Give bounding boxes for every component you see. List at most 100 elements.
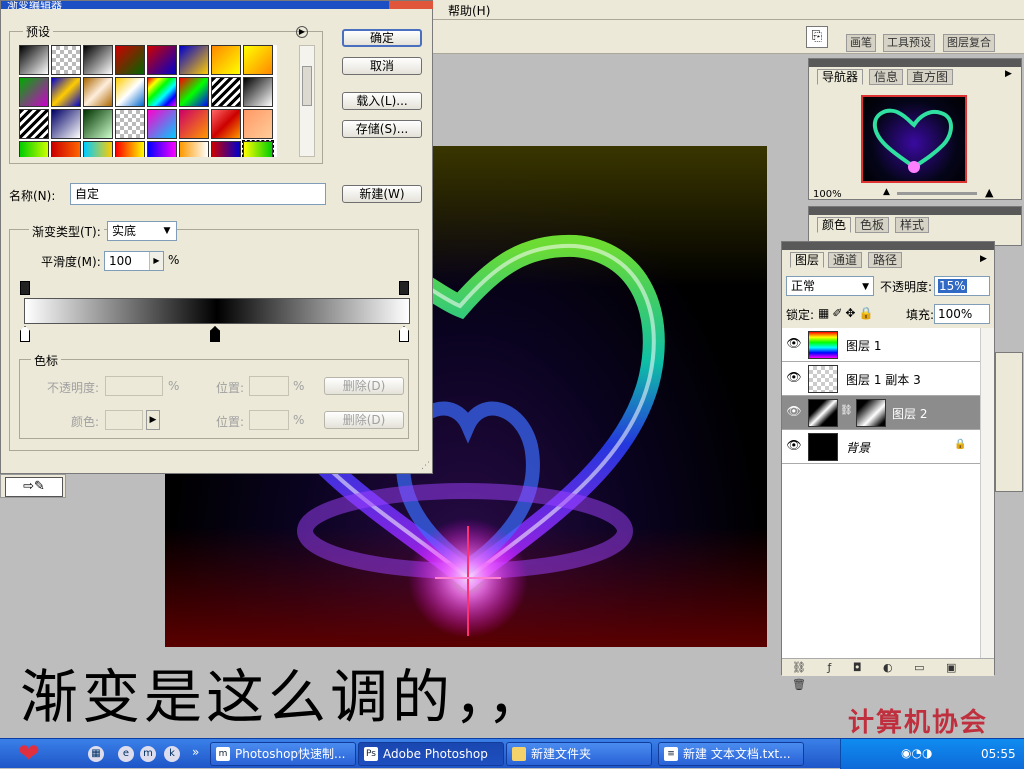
preset-swatch[interactable] xyxy=(243,77,273,107)
load-button[interactable]: 载入(L)... xyxy=(342,92,422,110)
navigator-zoom[interactable]: 100% xyxy=(813,189,842,200)
resize-grip-icon[interactable]: ⋰ xyxy=(421,461,433,473)
visibility-eye-icon[interactable]: 👁 xyxy=(786,370,802,386)
clock[interactable]: 05:55 xyxy=(981,747,1016,761)
tab-info[interactable]: 信息 xyxy=(869,69,904,85)
preset-swatch[interactable] xyxy=(51,109,81,139)
taskbar-item[interactable]: 新建文件夹 xyxy=(506,742,652,766)
preset-swatch[interactable] xyxy=(51,45,81,75)
layers-menu-icon[interactable]: ▶ xyxy=(980,254,987,264)
navigator-titlebar[interactable] xyxy=(809,59,1021,67)
presets-scrollbar[interactable] xyxy=(299,45,315,157)
layer-row[interactable]: 👁 图层 1 副本 3 xyxy=(782,362,980,396)
palette-tab-layer-comps[interactable]: 图层复合 xyxy=(943,34,995,52)
preset-swatch[interactable] xyxy=(147,109,177,139)
preset-swatch[interactable] xyxy=(19,109,49,139)
tab-color[interactable]: 颜色 xyxy=(817,217,852,233)
tab-navigator[interactable]: 导航器 xyxy=(817,69,864,85)
jump-to-imageready-icon[interactable]: ⇨✎ xyxy=(5,477,63,497)
tab-histogram[interactable]: 直方图 xyxy=(907,69,954,85)
presets-scroll-thumb[interactable] xyxy=(302,66,312,106)
save-button[interactable]: 存储(S)... xyxy=(342,120,422,138)
preset-swatch[interactable] xyxy=(19,45,49,75)
smoothness-stepper-arrow-icon[interactable]: ▶ xyxy=(149,252,163,270)
tray-icons[interactable]: ◉◔◑ xyxy=(901,746,932,760)
name-input[interactable]: 自定 xyxy=(70,183,326,205)
preset-swatch[interactable] xyxy=(211,109,241,139)
preset-swatch[interactable] xyxy=(179,45,209,75)
preset-swatch[interactable] xyxy=(19,77,49,107)
tab-swatches[interactable]: 色板 xyxy=(855,217,890,233)
quicklaunch-icon[interactable]: ▦ xyxy=(88,746,104,762)
preset-swatch[interactable] xyxy=(147,45,177,75)
preset-swatch[interactable] xyxy=(83,109,113,139)
opacity-stop-right[interactable] xyxy=(399,281,409,295)
layers-scrollbar[interactable] xyxy=(980,328,994,658)
visibility-eye-icon[interactable]: 👁 xyxy=(786,404,802,420)
layer-opacity-input[interactable]: 15% xyxy=(934,276,990,296)
navigator-thumbnail[interactable] xyxy=(861,95,967,183)
preset-swatch[interactable] xyxy=(179,141,209,157)
palette-tab-tool-presets[interactable]: 工具预设 xyxy=(883,34,935,52)
ok-button[interactable]: 确定 xyxy=(342,29,422,47)
preset-swatch[interactable] xyxy=(51,77,81,107)
smoothness-input[interactable]: 100 ▶ xyxy=(104,251,164,271)
quicklaunch-icon[interactable]: k xyxy=(164,746,180,762)
new-button[interactable]: 新建(W) xyxy=(342,185,422,203)
tab-paths[interactable]: 路径 xyxy=(868,252,903,268)
preset-swatch[interactable] xyxy=(211,77,241,107)
taskbar-item[interactable]: ≡ 新建 文本文档.txt... xyxy=(658,742,804,766)
layer-row[interactable]: 👁 背景 🔒 xyxy=(782,430,980,464)
palette-tab-brushes[interactable]: 画笔 xyxy=(846,34,876,52)
cancel-button[interactable]: 取消 xyxy=(342,57,422,75)
taskbar-item-active[interactable]: Ps Adobe Photoshop xyxy=(358,742,504,766)
tab-styles[interactable]: 样式 xyxy=(895,217,930,233)
preset-swatch[interactable] xyxy=(179,77,209,107)
preset-swatch[interactable] xyxy=(243,45,273,75)
fill-input[interactable]: 100% xyxy=(934,304,990,324)
zoom-slider[interactable] xyxy=(897,192,977,195)
preset-swatch[interactable] xyxy=(147,141,177,157)
visibility-eye-icon[interactable]: 👁 xyxy=(786,336,802,352)
preset-swatch[interactable] xyxy=(243,109,273,139)
tab-channels[interactable]: 通道 xyxy=(828,252,863,268)
preset-swatch[interactable] xyxy=(242,140,274,157)
preset-swatch[interactable] xyxy=(179,109,209,139)
preset-swatch[interactable] xyxy=(147,77,177,107)
lock-options-icons[interactable]: ▦✐✥🔒 xyxy=(818,306,876,320)
preset-swatch[interactable] xyxy=(115,77,145,107)
palette-well-icon[interactable]: ⎘ xyxy=(806,26,828,48)
tab-layers[interactable]: 图层 xyxy=(790,252,825,268)
gradient-type-select[interactable]: 实底 ▼ xyxy=(107,221,177,241)
layer-row-selected[interactable]: 👁 ⛓ 图层 2 xyxy=(782,396,980,430)
navigator-menu-icon[interactable]: ▶ xyxy=(1005,69,1012,79)
dialog-close-button[interactable] xyxy=(389,1,433,9)
preset-swatch[interactable] xyxy=(211,141,241,157)
preset-swatch[interactable] xyxy=(51,141,81,157)
preset-swatch[interactable] xyxy=(83,141,113,157)
mask-link-icon[interactable]: ⛓ xyxy=(840,405,853,416)
opacity-stop-left[interactable] xyxy=(20,281,30,295)
blend-mode-select[interactable]: 正常 ▼ xyxy=(786,276,874,296)
preset-swatch[interactable] xyxy=(19,141,49,157)
zoom-in-icon[interactable]: ▲ xyxy=(985,186,993,199)
quicklaunch-more-icon[interactable]: » xyxy=(192,745,199,759)
quicklaunch-icon[interactable]: m xyxy=(140,746,156,762)
layers-titlebar[interactable] xyxy=(782,242,994,250)
menu-help[interactable]: 帮助(H) xyxy=(448,2,490,19)
preset-swatch[interactable] xyxy=(83,77,113,107)
layer-row[interactable]: 👁 图层 1 xyxy=(782,328,980,362)
preset-swatch[interactable] xyxy=(115,45,145,75)
preset-swatch[interactable] xyxy=(211,45,241,75)
taskbar-item[interactable]: m Photoshop快速制... xyxy=(210,742,356,766)
layer-mask-thumbnail[interactable] xyxy=(856,399,886,427)
color-titlebar[interactable] xyxy=(809,207,1021,215)
visibility-eye-icon[interactable]: 👁 xyxy=(786,438,802,454)
gradient-preview-bar[interactable] xyxy=(24,298,410,324)
preset-swatch[interactable] xyxy=(115,141,145,157)
zoom-out-icon[interactable]: ▲ xyxy=(883,187,890,197)
presets-menu-arrow-icon[interactable]: ▶ xyxy=(296,26,308,38)
preset-swatch[interactable] xyxy=(115,109,145,139)
start-heart-icon[interactable]: ❤ xyxy=(18,741,40,767)
layers-footer-icons[interactable]: ⛓ ƒ ◘ ◐ ▭ ▣ 🗑 xyxy=(782,658,994,691)
